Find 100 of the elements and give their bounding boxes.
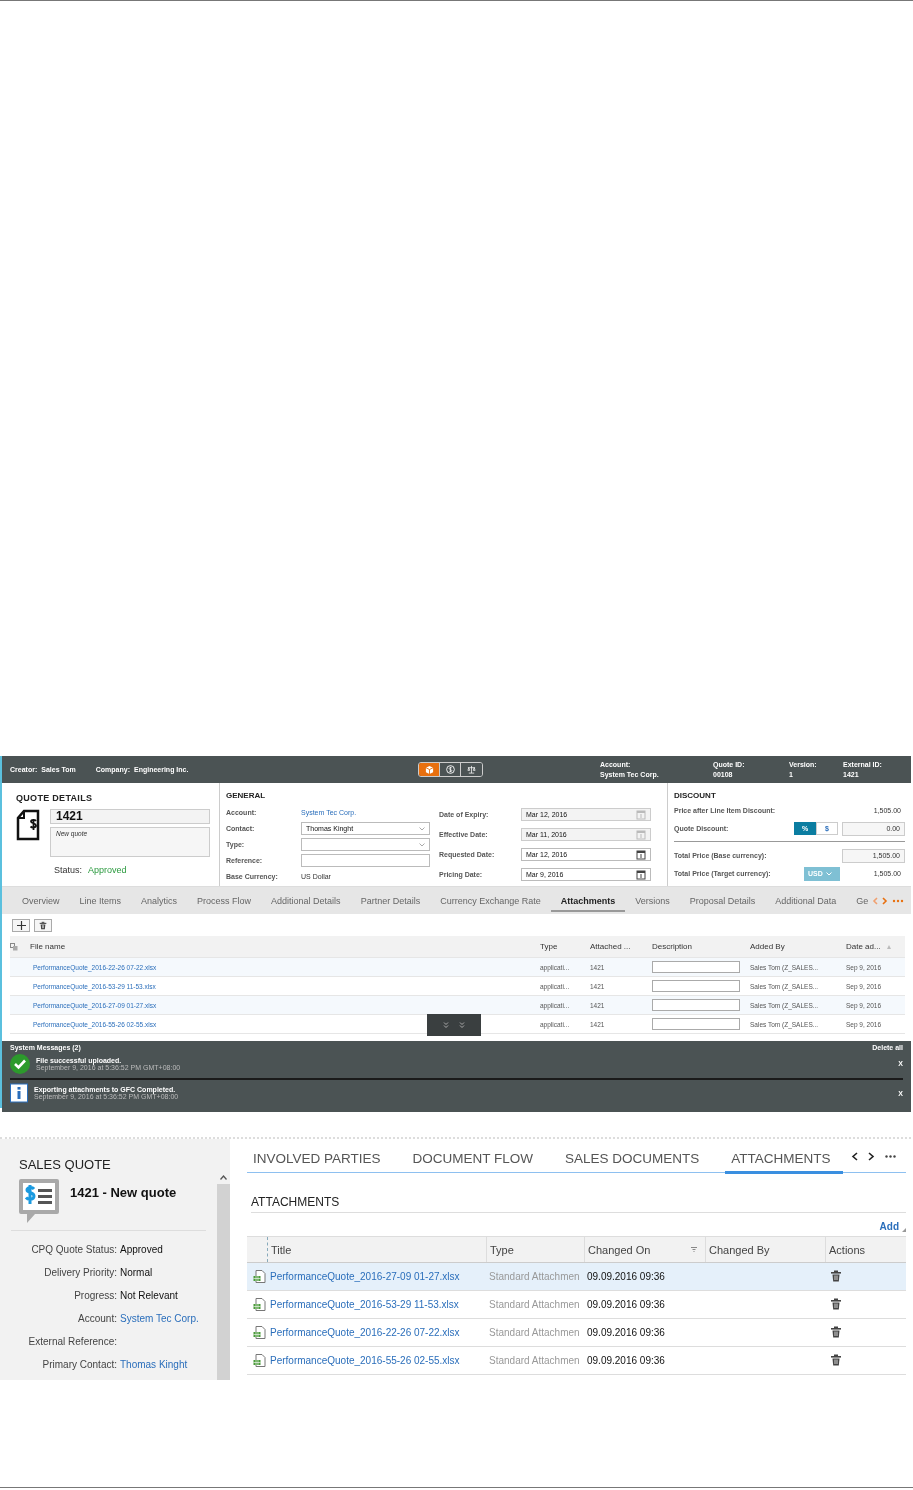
field-label: Account:: [77, 1312, 117, 1326]
double-chevron-down-icon: [459, 1022, 465, 1028]
column-header[interactable]: Description: [652, 942, 750, 951]
tab[interactable]: Line Items: [69, 892, 132, 912]
tab[interactable]: ATTACHMENTS: [725, 1151, 843, 1174]
chevron-down-icon: [419, 842, 425, 847]
description-field[interactable]: [652, 999, 740, 1011]
trash-icon[interactable]: [830, 1297, 842, 1310]
table-cell-text: Standard Attachmen: [488, 1327, 581, 1338]
spreadsheet-file-icon: [253, 1298, 266, 1311]
tab[interactable]: Attachments: [550, 892, 626, 912]
table-row[interactable]: PerformanceQuote_2016-53-29 11-53.xlsx Standard Attachmen 09.09.2016 09:36: [247, 1291, 906, 1319]
view-toggle-button[interactable]: [419, 763, 441, 776]
field-label: Delivery Priority:: [43, 1266, 117, 1280]
column-settings-icon[interactable]: [10, 942, 18, 951]
quote-bubble-icon: [18, 1178, 60, 1224]
table-cell-text: Standard Attachmen: [488, 1271, 581, 1282]
scale-icon: [467, 765, 477, 774]
file-link[interactable]: PerformanceQuote_2016-22-26 07-22.xlsx: [270, 1327, 460, 1338]
tab[interactable]: Additional Details: [261, 892, 351, 912]
column-header[interactable]: Actions: [825, 1237, 905, 1262]
calendar-icon: [636, 869, 646, 880]
column-header[interactable]: Date ad...: [846, 942, 881, 951]
add-button[interactable]: [12, 918, 30, 932]
add-link[interactable]: Add: [879, 1221, 899, 1232]
field-link[interactable]: Thomas Kinght: [120, 1357, 217, 1372]
description-field[interactable]: [652, 961, 740, 973]
column-header[interactable]: Changed On: [588, 1243, 651, 1256]
calendar-icon: [636, 849, 646, 860]
tab[interactable]: INVOLVED PARTIES: [247, 1151, 393, 1174]
tab[interactable]: Overview: [12, 892, 70, 912]
field-label: Progress:: [73, 1289, 117, 1303]
tab[interactable]: DOCUMENT FLOW: [406, 1151, 546, 1174]
tab[interactable]: Currency Exchange Rate: [430, 892, 551, 912]
panel-title: SALES QUOTE: [19, 1157, 112, 1172]
collapse-handle[interactable]: [427, 1014, 481, 1036]
scroll-up-icon[interactable]: [220, 1175, 227, 1180]
filter-icon[interactable]: [691, 1247, 697, 1252]
spreadsheet-file-icon: [253, 1354, 266, 1367]
column-header[interactable]: Changed By: [705, 1237, 825, 1262]
calendar-icon: [636, 829, 646, 840]
description-field[interactable]: [652, 1018, 740, 1030]
chevron-left-icon[interactable]: [850, 1152, 858, 1161]
scrollbar-track[interactable]: [217, 1184, 230, 1380]
tab[interactable]: Analytics: [131, 892, 188, 912]
trash-icon: [39, 920, 47, 930]
column-header[interactable]: Type: [540, 942, 590, 951]
plus-icon: [16, 920, 26, 930]
tab[interactable]: Ge: [846, 892, 879, 912]
sort-ascending-icon: [886, 944, 891, 949]
chevron-down-icon: [419, 826, 425, 831]
column-header[interactable]: Title: [267, 1237, 486, 1262]
table-row[interactable]: PerformanceQuote_2016-55-26 02-55.xlsx Standard Attachmen 09.09.2016 09:36: [247, 1347, 906, 1375]
description-field[interactable]: [652, 980, 740, 992]
column-header[interactable]: File name: [30, 942, 540, 951]
tab[interactable]: Additional Data: [765, 892, 847, 912]
file-link[interactable]: PerformanceQuote_2016-27-09 01-27.xlsx: [270, 1271, 460, 1282]
table-cell-text: 09.09.2016 09:36: [586, 1299, 666, 1310]
tab[interactable]: Proposal Details: [679, 892, 766, 912]
field-label: Primary Contact:: [41, 1358, 117, 1372]
field-value: Approved: [120, 1243, 164, 1257]
quote-title: 1421 - New quote: [70, 1185, 177, 1200]
tab[interactable]: Partner Details: [350, 892, 431, 912]
table-row[interactable]: PerformanceQuote_2016-27-09 01-27.xlsx Standard Attachmen 09.09.2016 09:36: [247, 1263, 906, 1291]
column-header[interactable]: Type: [486, 1237, 584, 1262]
section-title: ATTACHMENTS: [251, 1195, 906, 1213]
table-row[interactable]: PerformanceQuote_2016-22-26 07-22.xlsx Standard Attachmen 09.09.2016 09:36: [247, 1319, 906, 1347]
trash-icon[interactable]: [830, 1269, 842, 1282]
tab[interactable]: Process Flow: [187, 892, 262, 912]
trash-icon[interactable]: [830, 1325, 842, 1338]
tab[interactable]: Versions: [625, 892, 680, 912]
spreadsheet-file-icon: [253, 1326, 266, 1339]
spreadsheet-file-icon: [253, 1270, 266, 1283]
table-cell-text: 09.09.2016 09:36: [586, 1327, 666, 1338]
file-link[interactable]: PerformanceQuote_2016-55-26 02-55.xlsx: [270, 1355, 460, 1366]
box-icon: [424, 765, 434, 774]
file-link[interactable]: PerformanceQuote_2016-53-29 11-53.xlsx: [270, 1299, 459, 1310]
tab[interactable]: SALES DOCUMENTS: [559, 1151, 712, 1174]
column-header[interactable]: Attached ...: [590, 942, 652, 951]
quote-number-field[interactable]: 1421: [50, 809, 210, 824]
corner-caret-icon: [902, 1228, 906, 1232]
column-header[interactable]: Added By: [750, 942, 846, 951]
section-title: DISCOUNT: [674, 791, 717, 800]
chevron-right-icon[interactable]: [867, 1152, 875, 1161]
info-icon: [10, 1083, 28, 1103]
table-cell-text: Standard Attachmen: [488, 1299, 581, 1310]
section-title: GENERAL: [226, 791, 267, 800]
calendar-icon: [636, 809, 646, 820]
dollar-icon: [445, 765, 455, 774]
field-label: CPQ Quote Status:: [30, 1243, 117, 1257]
more-icon[interactable]: [884, 1155, 896, 1158]
reference-field[interactable]: [301, 854, 430, 867]
check-circle-icon: [10, 1053, 30, 1074]
field-label: External Reference:: [27, 1335, 117, 1349]
field-value: Normal: [120, 1266, 154, 1280]
section-title: QUOTE DETAILS: [16, 793, 94, 803]
double-chevron-down-icon: [443, 1022, 449, 1028]
trash-icon[interactable]: [830, 1353, 842, 1366]
delete-button[interactable]: [34, 918, 52, 932]
field-link[interactable]: System Tec Corp.: [120, 1311, 217, 1326]
